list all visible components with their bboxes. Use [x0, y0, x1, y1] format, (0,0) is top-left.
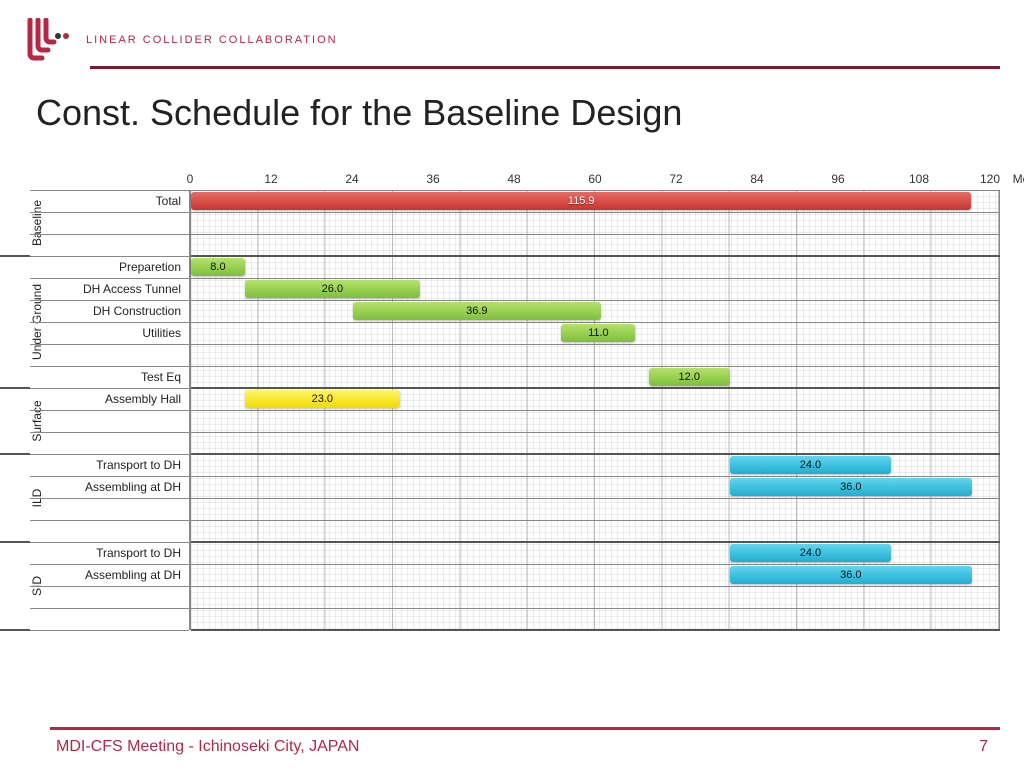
x-tick: 96 [831, 172, 844, 186]
footer-rule [50, 727, 1000, 730]
x-tick: 48 [507, 172, 520, 186]
gantt-bar: 23.0 [245, 390, 400, 408]
group-label: Surface [30, 400, 44, 441]
row-label: Assembly Hall [105, 392, 181, 406]
gantt-bar: 12.0 [649, 368, 730, 386]
logo-icon [24, 18, 72, 62]
row-label: Total [156, 194, 181, 208]
gantt-chart: Months 01224364860728496108120 BaselineT… [30, 172, 1000, 702]
gantt-bar: 24.0 [730, 544, 892, 562]
row-label: Test Eq [141, 370, 181, 384]
x-tick: 36 [426, 172, 439, 186]
row-label: Assembling at DH [85, 568, 181, 582]
page-number: 7 [979, 738, 988, 756]
gantt-bar: 36.9 [353, 302, 601, 320]
gantt-bar: 11.0 [561, 324, 635, 342]
footer-text: MDI-CFS Meeting - Ichinoseki City, JAPAN [56, 738, 359, 756]
gantt-bar: 24.0 [730, 456, 892, 474]
row-label: Transport to DH [96, 546, 181, 560]
gantt-bar: 8.0 [191, 258, 245, 276]
gantt-bar: 36.0 [730, 566, 972, 584]
x-tick: 12 [264, 172, 277, 186]
x-tick: 108 [909, 172, 929, 186]
row-label: Transport to DH [96, 458, 181, 472]
gantt-bar: 115.9 [191, 192, 971, 210]
x-axis: Months 01224364860728496108120 [190, 172, 1000, 190]
page-title: Const. Schedule for the Baseline Design [36, 92, 682, 134]
x-tick: 120 [980, 172, 1000, 186]
x-tick: 84 [750, 172, 763, 186]
header-rule [90, 66, 1000, 69]
group-label: Baseline [30, 200, 44, 246]
brand-text: LINEAR COLLIDER COLLABORATION [86, 34, 338, 46]
header: LINEAR COLLIDER COLLABORATION [24, 18, 1000, 62]
chart-grid: 115.9 8.026.0 36.9 11.0 12.0 23.0 24.0 36.0 24.0… [190, 190, 1000, 630]
row-labels: BaselineTotalUnder GroundPreparetionDH A… [30, 190, 190, 630]
gantt-bar: 36.0 [730, 478, 972, 496]
x-tick: 60 [588, 172, 601, 186]
row-label: Assembling at DH [85, 480, 181, 494]
row-label: DH Construction [93, 304, 181, 318]
row-label: Preparetion [119, 260, 181, 274]
row-label: DH Access Tunnel [83, 282, 181, 296]
row-label: Utilities [142, 326, 181, 340]
x-tick: 24 [345, 172, 358, 186]
gantt-bar: 26.0 [245, 280, 420, 298]
x-tick: 0 [187, 172, 194, 186]
x-axis-label: Months [1013, 172, 1024, 186]
x-tick: 72 [669, 172, 682, 186]
